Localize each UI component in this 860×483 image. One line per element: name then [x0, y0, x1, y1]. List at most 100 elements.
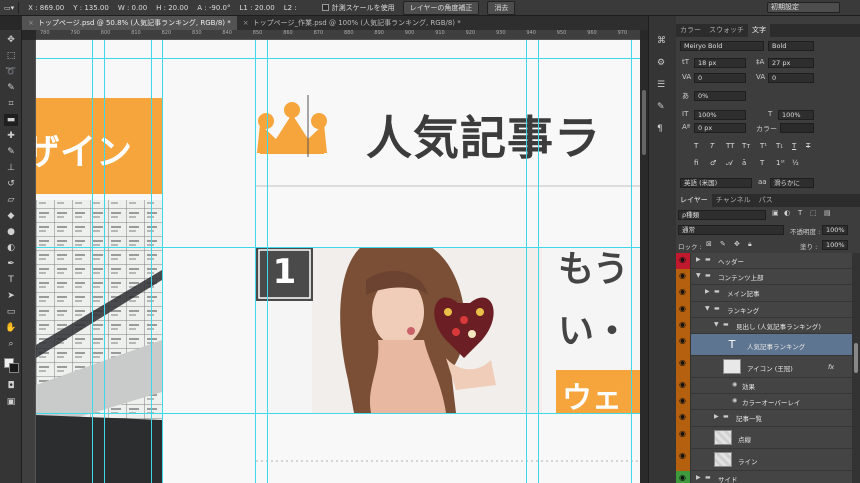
hand-tool-icon[interactable]: ✋ — [4, 322, 18, 334]
scroll-thumb[interactable] — [642, 90, 646, 155]
quick-mask-icon[interactable]: ◘ — [4, 380, 18, 392]
type-tool-icon[interactable]: T — [4, 274, 18, 286]
layer-row[interactable]: ▶ ▬ 記事一覧 — [676, 410, 852, 427]
guide-line[interactable] — [267, 40, 268, 483]
lasso-tool-icon[interactable]: ➰ — [4, 66, 18, 78]
vertical-ruler[interactable] — [22, 40, 36, 483]
visibility-eye-icon[interactable] — [676, 470, 691, 483]
canvas-scrollbar[interactable] — [640, 40, 648, 483]
ruler-tool-preset-icon[interactable]: ▭▾ — [0, 1, 20, 14]
tab-character[interactable]: 文字 — [748, 24, 770, 37]
tracking-field[interactable]: 0 — [768, 73, 814, 83]
small-caps-icon[interactable]: Tᴛ — [742, 142, 750, 150]
horizontal-ruler[interactable]: 780 790 800 810 820 830 840 850 860 870 880 890 900 9… — [36, 30, 640, 40]
visibility-eye-icon[interactable] — [676, 334, 691, 356]
adjustments-icon[interactable]: ⚙ — [657, 58, 665, 68]
tab-channels[interactable]: チャンネル — [712, 194, 755, 207]
layer-row[interactable]: T 人気記事ランキング — [676, 334, 852, 356]
collapse-arrow-icon[interactable]: ▼ — [696, 272, 701, 279]
guide-line[interactable] — [104, 40, 105, 483]
path-select-icon[interactable]: ➤ — [4, 290, 18, 302]
layer-row[interactable]: ▶ ▬ サイド — [676, 470, 852, 483]
ruler-tool-icon[interactable]: ▬ — [4, 114, 18, 126]
clear-button[interactable]: 消去 — [487, 0, 516, 15]
tab-color[interactable]: カラー — [676, 24, 705, 37]
clone-stamp-icon[interactable]: ⊥ — [4, 162, 18, 174]
opacity-field[interactable]: 100% — [822, 225, 848, 235]
tab-toppage[interactable]: × トップページ.psd @ 50.8% (人気記事ランキング, RGB/8) … — [22, 16, 237, 30]
fraction-icon[interactable]: ½ — [792, 159, 799, 167]
faux-bold-icon[interactable]: T — [694, 142, 698, 150]
workspace-select[interactable]: 初期設定 — [767, 2, 840, 13]
visibility-eye-icon[interactable] — [676, 253, 691, 270]
language-select[interactable]: 英語 (米国) — [680, 178, 752, 188]
stylistic-alt-icon[interactable]: ā — [742, 159, 746, 167]
visibility-eye-icon[interactable] — [676, 317, 691, 334]
close-icon[interactable]: × — [28, 16, 34, 30]
layer-row[interactable]: ▶ ▬ ヘッダー — [676, 253, 852, 270]
filter-type-icon[interactable]: T — [798, 209, 802, 217]
collapse-arrow-icon[interactable]: ▼ — [714, 321, 719, 328]
paint-bucket-icon[interactable]: ◆ — [4, 210, 18, 222]
layer-kind-filter[interactable]: ρ種類 — [678, 210, 766, 220]
layer-row[interactable]: 点線 — [676, 426, 852, 449]
layer-row[interactable]: ▶ ▬ メイン記事 — [676, 285, 852, 302]
layer-row[interactable]: ▼ ▬ コンテンツ上部 — [676, 269, 852, 286]
expand-arrow-icon[interactable]: ▶ — [696, 474, 701, 481]
expand-arrow-icon[interactable]: ▶ — [714, 413, 719, 420]
effect-visibility-icon[interactable]: ◉ — [732, 397, 737, 404]
tsume-field[interactable]: 0% — [694, 91, 746, 101]
layer-row[interactable]: ▼ ▬ ランキング — [676, 301, 852, 318]
guide-line[interactable] — [162, 40, 163, 483]
eraser-tool-icon[interactable]: ▱ — [4, 194, 18, 206]
baseline-field[interactable]: 0 px — [694, 123, 746, 133]
tab-toppage-work[interactable]: × トップページ_作業.psd @ 100% (人気記事ランキング, RGB/8… — [237, 16, 467, 30]
tab-layers[interactable]: レイヤー — [676, 194, 712, 207]
old-style-icon[interactable]: ♂ — [710, 159, 716, 167]
expand-arrow-icon[interactable]: ▶ — [705, 288, 710, 295]
zoom-tool-icon[interactable]: ⌕ — [4, 338, 18, 350]
fill-field[interactable]: 100% — [822, 240, 848, 250]
lock-image-icon[interactable]: ✎ — [720, 240, 726, 248]
tab-paths[interactable]: パス — [755, 194, 777, 207]
guide-line[interactable] — [255, 40, 256, 483]
guide-line[interactable] — [151, 40, 152, 483]
strikethrough-icon[interactable]: T — [806, 142, 810, 150]
visibility-eye-icon[interactable] — [676, 426, 691, 449]
filter-pixel-icon[interactable]: ▣ — [772, 209, 779, 217]
vertical-scale-field[interactable]: 100% — [694, 110, 746, 120]
brush-tool-icon[interactable]: ✎ — [4, 146, 18, 158]
underline-icon[interactable]: T — [792, 142, 796, 150]
antialias-select[interactable]: 滑らかに — [770, 178, 814, 188]
use-scale-checkbox[interactable] — [321, 4, 329, 11]
all-caps-icon[interactable]: TT — [726, 142, 734, 150]
font-style-select[interactable]: Bold — [768, 41, 814, 51]
document-canvas[interactable]: ザイン 人気記事ラ 1 もう い・ ウェ — [36, 40, 640, 483]
swash-icon[interactable]: 𝒜 — [726, 159, 733, 168]
titling-icon[interactable]: T — [760, 159, 764, 167]
history-brush-icon[interactable]: ↺ — [4, 178, 18, 190]
fx-icon[interactable]: fx — [828, 363, 834, 371]
collapse-arrow-icon[interactable]: ▼ — [705, 305, 710, 312]
visibility-eye-icon[interactable] — [676, 356, 691, 378]
background-color-swatch[interactable] — [9, 363, 19, 373]
visibility-eye-icon[interactable] — [676, 448, 691, 471]
quick-select-tool-icon[interactable]: ✎ — [4, 82, 18, 94]
leading-field[interactable]: 27 px — [768, 58, 814, 68]
guide-line[interactable] — [36, 58, 640, 59]
paragraph-icon[interactable]: ¶ — [657, 124, 663, 134]
blur-tool-icon[interactable]: ● — [4, 226, 18, 238]
font-family-select[interactable]: Meiryo Bold — [680, 41, 764, 51]
visibility-eye-icon[interactable] — [676, 285, 691, 302]
history-icon[interactable]: ⌘ — [657, 36, 666, 46]
marquee-tool-icon[interactable]: ⬚ — [4, 50, 18, 62]
close-icon[interactable]: × — [243, 16, 249, 30]
layer-row[interactable]: アイコン (王冠) fx — [676, 356, 852, 378]
visibility-eye-icon[interactable] — [676, 269, 691, 286]
shape-tool-icon[interactable]: ▭ — [4, 306, 18, 318]
properties-icon[interactable]: ☰ — [657, 80, 665, 90]
layer-row[interactable]: ライン — [676, 448, 852, 471]
visibility-eye-icon[interactable] — [676, 410, 691, 427]
subscript-icon[interactable]: T₁ — [776, 142, 783, 150]
expand-arrow-icon[interactable]: ▶ — [696, 256, 701, 263]
